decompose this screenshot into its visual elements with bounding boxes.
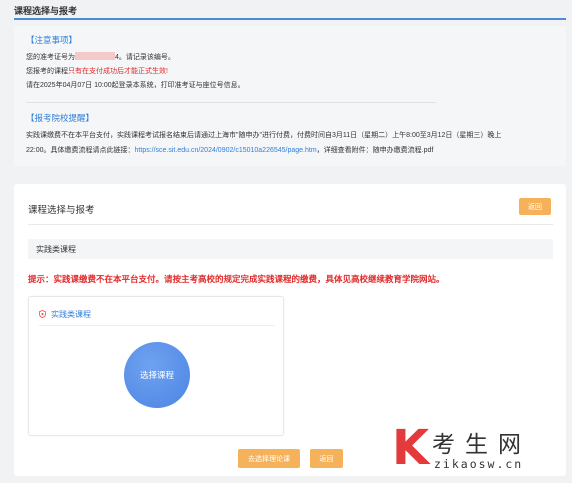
school-reminder-heading: 【报考院校提醒】 [26,113,95,123]
watermark-k: K [392,420,430,476]
title-underline [14,18,566,20]
notice-line-id: 您的准考证号为 4。请记录该编号。 [26,52,175,62]
card-divider [28,224,553,225]
payment-process-link[interactable]: https://sce.sit.edu.cn/2024/0902/c15010a… [135,147,317,154]
card-title: 课程选择与报考 [28,205,95,216]
practice-course-card-label: 实践类课程 [51,310,91,319]
redacted-id [75,52,115,60]
attachment-text: ，详细查看附件：随申办缴费流程.pdf [316,147,434,154]
notice-line-print: 请在2025年04月07日 10:00起登录本系统，打印准考证与座位号信息。 [26,82,245,89]
notice-line-id-suffix: 4。请记录该编号。 [115,54,175,61]
watermark-en: zikaosw.cn [434,457,524,471]
section-bar: 实践类课程 [28,239,553,259]
notice-line-id-prefix: 您的准考证号为 [26,54,75,61]
watermark-cn: 考生网 [432,432,531,458]
school-reminder-line2-prefix: 22:00。具体缴费流程请点此链接： [26,147,135,154]
section-label: 实践类课程 [36,245,76,254]
school-reminder-line1: 实践课缴费不在本平台支付，实践课程考试报名结束后请通过上海市"随申办"进行付费，… [26,132,502,139]
shield-icon [39,310,46,318]
school-reminder-line2: 22:00。具体缴费流程请点此链接：https://sce.sit.edu.cn… [26,145,433,155]
notice-panel: 【注意事项】 您的准考证号为 4。请记录该编号。 您报考的课程只有在支付成功后才能… [14,26,566,166]
practice-course-card-divider [39,325,275,326]
return-button-bottom[interactable]: 返回 [310,449,343,468]
payment-tip: 提示：实践课缴费不在本平台支付。请按主考高校的规定完成实践课程的缴费，具体见高校… [28,274,445,284]
go-select-theory-button[interactable]: 去选择理论课 [238,449,300,468]
notice-line-payment-prefix: 您报考的课程 [26,68,68,75]
select-course-button[interactable]: 选择课程 [124,342,190,408]
page: 课程选择与报考 【注意事项】 您的准考证号为 4。请记录该编号。 您报考的课程只有… [0,0,572,483]
practice-course-card-title: 实践类课程 [39,309,91,320]
return-button-top[interactable]: 返回 [519,198,551,215]
notice-line-payment-warning: 只有在支付成功后才能正式生效! [68,68,168,75]
practice-course-card: 实践类课程 选择课程 [28,296,284,436]
notice-heading: 【注意事项】 [26,35,78,45]
page-title: 课程选择与报考 [14,6,78,16]
notice-divider [26,102,436,103]
notice-line-payment: 您报考的课程只有在支付成功后才能正式生效! [26,66,168,76]
